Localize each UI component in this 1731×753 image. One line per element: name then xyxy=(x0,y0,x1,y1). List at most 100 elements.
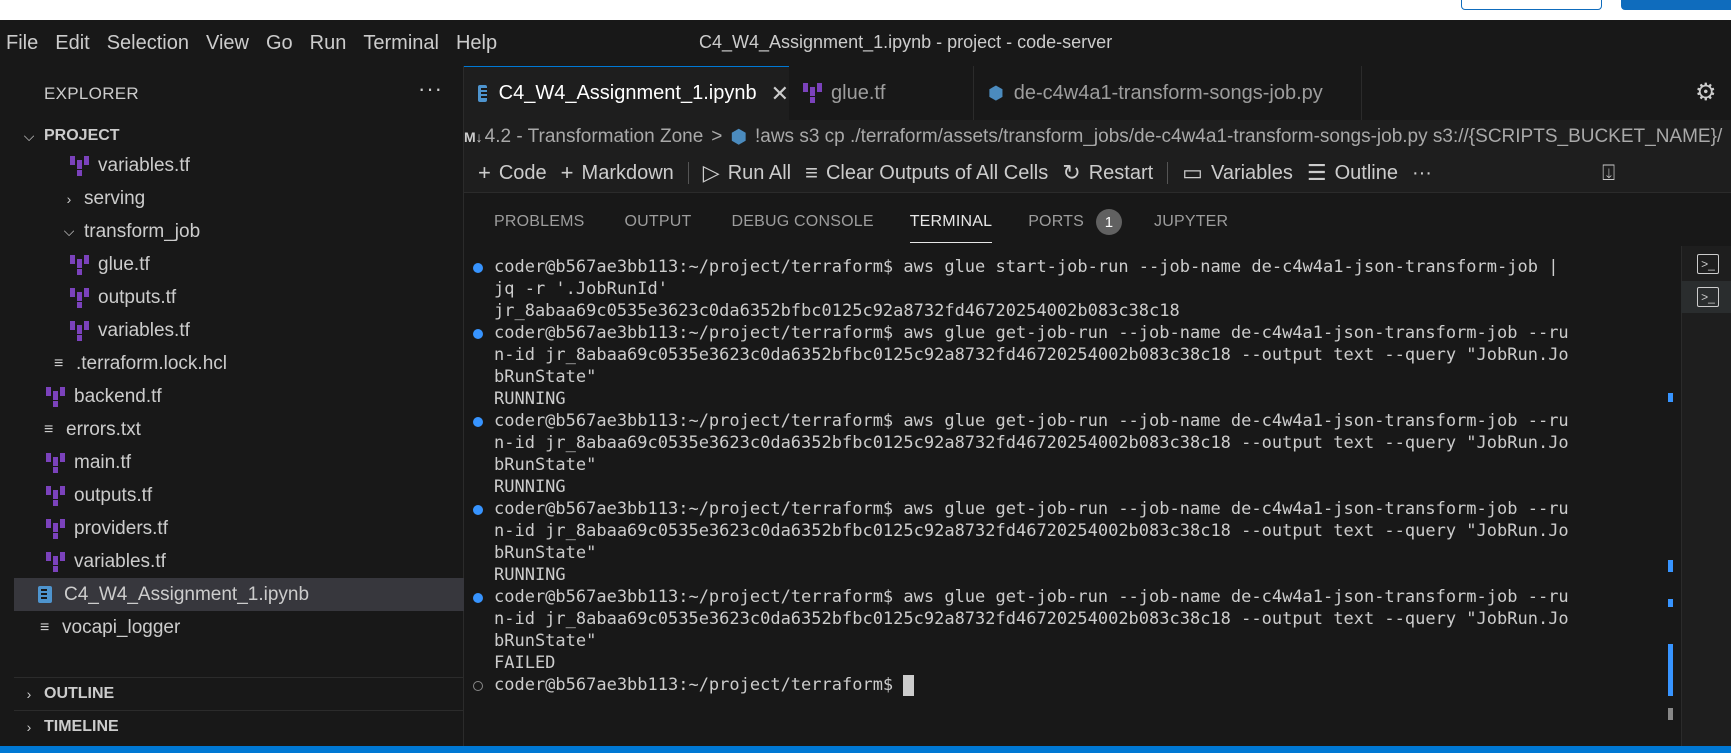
chevron-right-icon: › xyxy=(26,718,32,735)
kernel-icon[interactable]: ⍗ xyxy=(1602,160,1623,186)
tree-item-outputs-tf-root[interactable]: outputs.tf xyxy=(14,479,464,512)
file-lines-icon: ≡ xyxy=(54,354,64,372)
terminal-line: bRunState" xyxy=(494,455,597,475)
outline-button[interactable]: ☰ Outline xyxy=(1307,160,1398,186)
menu-file[interactable]: File xyxy=(0,32,49,55)
tree-item-glue-tf[interactable]: glue.tf xyxy=(14,248,464,281)
tree-item-variables-tf-root[interactable]: variables.tf xyxy=(14,545,464,578)
tree-item-transform-job[interactable]: ⌵ transform_job xyxy=(14,215,464,248)
plus-icon: + xyxy=(478,160,491,185)
menu-go[interactable]: Go xyxy=(260,32,304,55)
command-success-dot[interactable] xyxy=(473,505,483,515)
terraform-icon xyxy=(803,83,823,103)
tab-jupyter[interactable]: JUPYTER xyxy=(1154,205,1228,239)
timeline-label: TIMELINE xyxy=(44,717,119,735)
add-markdown-button[interactable]: + Markdown xyxy=(561,160,674,186)
editor-tab-bar: C4_W4_Assignment_1.ipynb ✕ glue.tf ⬢ de-… xyxy=(464,66,1731,120)
gear-icon[interactable]: ⚙ xyxy=(1695,78,1717,107)
tree-item-backend-tf[interactable]: backend.tf xyxy=(14,380,464,413)
more-actions-icon[interactable]: ··· xyxy=(418,76,443,102)
scroll-marker xyxy=(1668,599,1673,607)
menu-help[interactable]: Help xyxy=(450,32,508,55)
tree-item-terraform-lock[interactable]: ≡ .terraform.lock.hcl xyxy=(14,347,464,380)
tree-item-variables-tf[interactable]: variables.tf xyxy=(14,149,464,182)
toolbar-divider xyxy=(1167,162,1169,184)
tree-item-errors-txt[interactable]: ≡ errors.txt xyxy=(14,413,464,446)
chevron-down-icon: ⌵ xyxy=(63,223,75,239)
tree-item-label: variables.tf xyxy=(74,550,166,572)
tree-item-variables-tf-2[interactable]: variables.tf xyxy=(14,314,464,347)
tree-item-label: glue.tf xyxy=(98,253,150,275)
terminal-icon[interactable]: >_ xyxy=(1697,287,1719,307)
tree-item-label: vocapi_logger xyxy=(62,616,181,638)
tab-output[interactable]: OUTPUT xyxy=(625,205,692,239)
terminal-line: coder@b567ae3bb113:~/project/terraform$ … xyxy=(494,257,1559,277)
terminal-line: bRunState" xyxy=(494,543,597,563)
flask-icon: ⍗ xyxy=(1601,160,1616,185)
close-icon[interactable]: ✕ xyxy=(771,81,789,107)
scroll-marker xyxy=(1668,393,1673,402)
tab-debug-console[interactable]: DEBUG CONSOLE xyxy=(732,205,874,239)
terminal-line: n-id jr_8abaa69c0535e3623c0da6352bfbc012… xyxy=(494,521,1569,541)
terraform-icon xyxy=(46,485,66,506)
tab-ports[interactable]: PORTS 1 xyxy=(1028,205,1123,239)
tab-problems[interactable]: PROBLEMS xyxy=(494,205,585,239)
terminal-list xyxy=(1681,246,1731,746)
tab-terminal[interactable]: TERMINAL xyxy=(909,205,993,243)
tree-item-label: variables.tf xyxy=(98,319,190,341)
clear-outputs-button[interactable]: ≡ Clear Outputs of All Cells xyxy=(805,160,1048,186)
terminal-line: n-id jr_8abaa69c0535e3623c0da6352bfbc012… xyxy=(494,345,1569,365)
tab-python-job[interactable]: ⬢ de-c4w4a1-transform-songs-job.py xyxy=(974,66,1362,120)
variables-button[interactable]: ▭ Variables xyxy=(1182,160,1293,186)
run-all-button[interactable]: ▷ Run All xyxy=(703,160,791,186)
command-success-dot[interactable] xyxy=(473,593,483,603)
outline-section-header[interactable]: › OUTLINE xyxy=(14,677,464,709)
menu-edit[interactable]: Edit xyxy=(49,32,100,55)
add-code-button[interactable]: + Code xyxy=(478,160,547,186)
notebook-toolbar: + Code + Markdown ▷ Run All ≡ Clear Outputs … xyxy=(464,154,1731,192)
tree-item-label: transform_job xyxy=(84,220,201,242)
tree-item-main-tf[interactable]: main.tf xyxy=(14,446,464,479)
browser-outline-button[interactable] xyxy=(1461,0,1602,10)
breadcrumb-cell[interactable]: !aws s3 cp ./terraform/assets/transform_… xyxy=(755,126,1722,148)
tree-item-label: providers.tf xyxy=(74,517,168,539)
tree-item-outputs-tf[interactable]: outputs.tf xyxy=(14,281,464,314)
variables-icon: ▭ xyxy=(1182,160,1203,185)
restart-button[interactable]: ↻ Restart xyxy=(1062,160,1153,186)
tree-item-notebook[interactable]: C4_W4_Assignment_1.ipynb xyxy=(14,578,464,611)
menu-selection[interactable]: Selection xyxy=(101,32,200,55)
project-section-header[interactable]: ⌵ PROJECT xyxy=(14,120,464,152)
terminal-line: RUNNING xyxy=(494,477,566,497)
browser-primary-button[interactable] xyxy=(1621,0,1731,10)
timeline-section-header[interactable]: › TIMELINE xyxy=(14,710,464,742)
menu-run[interactable]: Run xyxy=(304,32,358,55)
restart-label: Restart xyxy=(1088,161,1154,184)
command-success-dot[interactable] xyxy=(473,263,483,273)
panel-tabs: PROBLEMS OUTPUT DEBUG CONSOLE TERMINAL P… xyxy=(464,205,1228,243)
list-icon: ☰ xyxy=(1306,160,1327,185)
terminal-line: n-id jr_8abaa69c0535e3623c0da6352bfbc012… xyxy=(494,433,1569,453)
tree-item-providers-tf[interactable]: providers.tf xyxy=(14,512,464,545)
terminal-icon[interactable]: >_ xyxy=(1697,254,1719,274)
python-icon: ⬢ xyxy=(988,82,1004,103)
tree-item-serving[interactable]: › serving xyxy=(14,182,464,215)
command-success-dot[interactable] xyxy=(473,417,483,427)
terminal-prompt-line[interactable]: coder@b567ae3bb113:~/project/terraform$ xyxy=(494,673,915,697)
ports-count-badge: 1 xyxy=(1096,209,1123,235)
terminal-line: bRunState" xyxy=(494,367,597,387)
menu-terminal[interactable]: Terminal xyxy=(357,32,450,55)
clear-all-icon: ≡ xyxy=(805,160,818,185)
breadcrumb-section[interactable]: 4.2 - Transformation Zone xyxy=(485,126,704,148)
scroll-marker xyxy=(1668,644,1673,696)
command-success-dot[interactable] xyxy=(473,329,483,339)
tab-label: C4_W4_Assignment_1.ipynb xyxy=(498,82,757,104)
clear-outputs-label: Clear Outputs of All Cells xyxy=(825,161,1049,184)
command-pending-dot[interactable] xyxy=(473,681,483,691)
terminal-line: jr_8abaa69c0535e3623c0da6352bfbc0125c92a… xyxy=(494,301,1180,321)
terminal-prompt: coder@b567ae3bb113:~/project/terraform$ xyxy=(494,675,904,695)
tree-item-vocapi-logger[interactable]: ≡ vocapi_logger xyxy=(14,611,464,644)
menu-view[interactable]: View xyxy=(200,32,260,55)
tab-glue-tf[interactable]: glue.tf xyxy=(789,66,974,120)
more-toolbar-button[interactable]: ··· xyxy=(1412,162,1432,185)
tab-notebook[interactable]: C4_W4_Assignment_1.ipynb ✕ xyxy=(464,66,789,120)
